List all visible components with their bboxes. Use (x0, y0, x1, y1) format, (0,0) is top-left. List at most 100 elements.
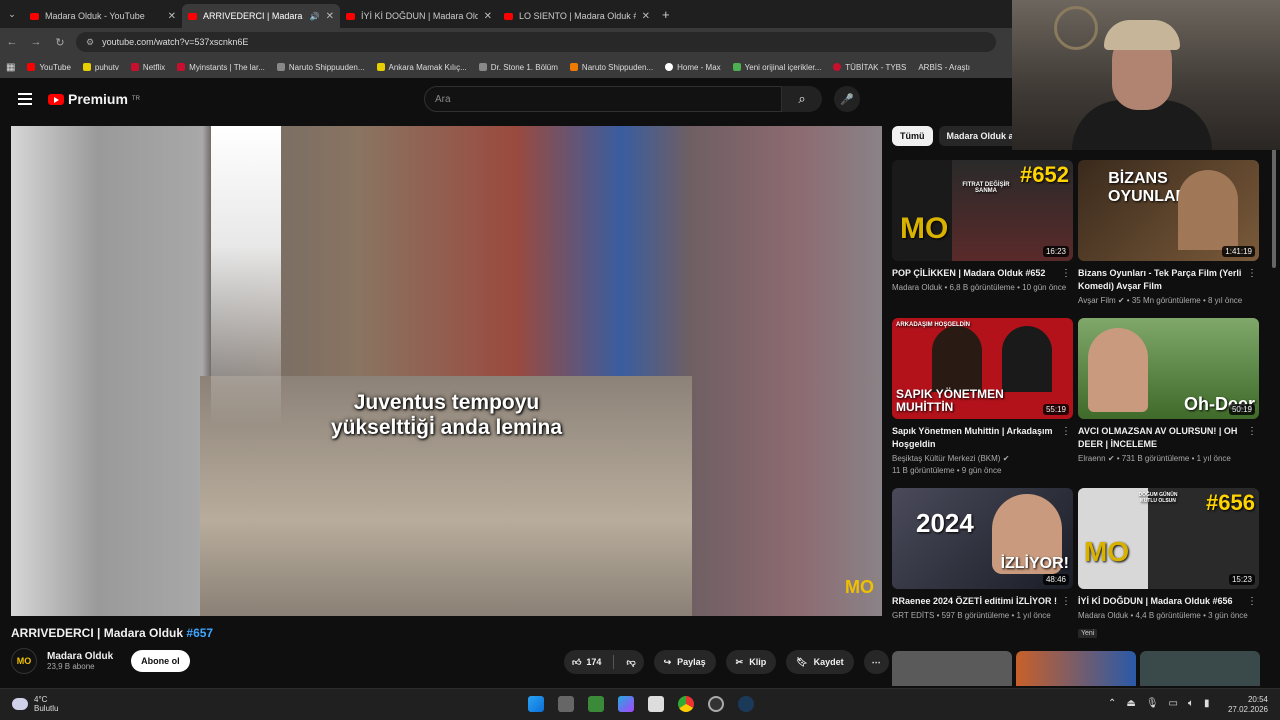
reload-icon[interactable]: ↻ (48, 36, 72, 49)
browser-tab-active[interactable]: ARRIVEDERCI | Madara Olduk #657🔊✕ (182, 4, 340, 28)
rec-title[interactable]: AVCI OLMAZSAN AV OLURSUN! | OH DEER | İN… (1078, 425, 1259, 451)
bookmark-item[interactable]: Ankara Mamak Kılıç... (376, 63, 467, 72)
url-field[interactable]: ⚙ youtube.com/watch?v=537xscnkn6E (76, 32, 996, 52)
rec-thumbnail[interactable]: 2024 İZLİYOR! 48:46 (892, 488, 1073, 589)
search-input[interactable]: Ara (424, 86, 782, 112)
bookmark-item[interactable]: Naruto Shippuden... (569, 63, 653, 72)
bookmark-item[interactable]: TÜBİTAK - TYBS (833, 63, 906, 72)
kebab-menu-icon[interactable]: ⋮ (1247, 268, 1257, 279)
rec-channel[interactable]: GRT EDİTS (892, 611, 934, 620)
bookmark-item[interactable]: Dr. Stone 1. Bölüm (478, 63, 558, 72)
search-button[interactable]: ⌕ (782, 86, 822, 112)
usb-icon[interactable]: ⏏ (1126, 698, 1135, 709)
kebab-menu-icon[interactable]: ⋮ (1061, 596, 1071, 607)
kebab-menu-icon[interactable]: ⋮ (1247, 596, 1257, 607)
rec-thumbnail[interactable]: MO FITRAT DEĞİŞİR SANMA #652 16:23 (892, 160, 1073, 261)
hamburger-menu-icon[interactable] (18, 93, 32, 105)
rec-thumbnail[interactable]: ARKADAŞIM HOŞGELDİN SAPIK YÖNETMEN MUHİT… (892, 318, 1073, 419)
close-tab-icon[interactable]: ✕ (484, 11, 492, 22)
rec-thumbnail[interactable]: BİZANS OYUNLARI 1:41:19 (1078, 160, 1259, 261)
rec-channel[interactable]: Elraenn (1078, 454, 1106, 463)
rec-title[interactable]: Bizans Oyunları - Tek Parça Film (Yerli … (1078, 267, 1259, 293)
rec-channel[interactable]: Madara Olduk (892, 283, 942, 292)
chevron-up-icon[interactable]: ⌃ (1108, 698, 1116, 709)
hashtag-link[interactable]: #657 (186, 626, 213, 640)
weather-widget[interactable]: 4°C Bulutlu (12, 695, 58, 713)
windows-start-icon[interactable] (528, 696, 544, 712)
kebab-menu-icon[interactable]: ⋮ (1061, 426, 1071, 437)
apps-grid-icon[interactable]: ▦ (6, 62, 15, 73)
taskbar-apps (528, 696, 754, 712)
video-player[interactable]: Juventus tempoyu yükseltti̇ği̇ anda lemi… (11, 126, 882, 616)
more-actions-button[interactable]: ⋯ (863, 650, 889, 674)
rec-card[interactable]: Oh-Deer 50:19 AVCI OLMAZSAN AV OLURSUN! … (1078, 318, 1259, 465)
close-tab-icon[interactable]: ✕ (326, 11, 334, 22)
bookmark-item[interactable]: Yeni orijinal içerikler... (732, 63, 821, 72)
system-tray: ⌃ ⏏ 🎙︎ ▭ 🔈︎ ▮ (1108, 698, 1210, 709)
rec-card[interactable]: ARKADAŞIM HOŞGELDİN SAPIK YÖNETMEN MUHİT… (892, 318, 1073, 477)
forward-icon[interactable]: → (24, 36, 48, 48)
clock[interactable]: 20:54 27.02.2026 (1228, 695, 1268, 715)
obs-icon[interactable] (708, 696, 724, 712)
rec-thumbnail-partial[interactable] (892, 651, 1012, 686)
app-icon[interactable] (588, 696, 604, 712)
copilot-icon[interactable] (618, 696, 634, 712)
file-explorer-icon[interactable] (558, 696, 574, 712)
rec-title[interactable]: POP ÇİLİKKEN | Madara Olduk #652 (892, 267, 1073, 280)
volume-icon[interactable]: 🔈︎ (1188, 698, 1194, 709)
tab-search-chevron-icon[interactable]: ⌄ (0, 9, 24, 20)
rec-thumbnail[interactable]: MO DOĞUM GÜNÜN KUTLU OLSUN #656 15:23 (1078, 488, 1259, 589)
microphone-icon[interactable]: 🎙︎ (1146, 698, 1159, 709)
rec-card[interactable]: MO DOĞUM GÜNÜN KUTLU OLSUN #656 15:23 İY… (1078, 488, 1259, 640)
scrollbar-thumb[interactable] (1272, 148, 1276, 268)
voice-search-button[interactable]: 🎤 (834, 86, 860, 112)
like-button[interactable]: 👍︎ 174 (572, 657, 601, 668)
dislike-button[interactable]: 👎︎ (626, 657, 635, 668)
rec-title[interactable]: Sapık Yönetmen Muhittin | Arkadaşım Hoşg… (892, 425, 1073, 451)
chip-all[interactable]: Tümü (892, 126, 933, 146)
rec-channel[interactable]: Beşiktaş Kültür Merkezi (BKM) (892, 454, 1000, 463)
rec-channel[interactable]: Avşar Film (1078, 296, 1116, 305)
rec-thumbnail[interactable]: Oh-Deer 50:19 (1078, 318, 1259, 419)
new-tab-icon[interactable]: + (662, 7, 670, 22)
network-icon[interactable]: ▭ (1169, 698, 1178, 709)
site-info-icon[interactable]: ⚙ (86, 37, 94, 48)
bookmark-item[interactable]: Naruto Shippuuden... (276, 63, 365, 72)
subscribe-button[interactable]: Abone ol (131, 650, 190, 672)
share-button[interactable]: ↪ Paylaş (653, 650, 716, 674)
rec-thumbnail-partial[interactable] (1140, 651, 1260, 686)
browser-tab[interactable]: Madara Olduk - YouTube ✕ (24, 4, 182, 28)
back-icon[interactable]: ← (0, 36, 24, 48)
kebab-menu-icon[interactable]: ⋮ (1061, 268, 1071, 279)
rec-card[interactable]: MO FITRAT DEĞİŞİR SANMA #652 16:23 POP Ç… (892, 160, 1073, 294)
rec-title[interactable]: İYİ Kİ DOĞDUN | Madara Olduk #656 (1078, 595, 1259, 608)
close-tab-icon[interactable]: ✕ (168, 11, 176, 22)
speaker-icon[interactable]: 🔊 (310, 12, 320, 21)
kebab-menu-icon[interactable]: ⋮ (1247, 426, 1257, 437)
bookmark-item[interactable]: Netflix (130, 63, 165, 72)
store-icon[interactable] (648, 696, 664, 712)
channel-avatar[interactable]: MO (11, 648, 37, 674)
browser-tab[interactable]: LO SIENTO | Madara Olduk #655✕ (498, 4, 656, 28)
rec-card[interactable]: 2024 İZLİYOR! 48:46 RRaenee 2024 ÖZETİ e… (892, 488, 1073, 622)
bookmark-item[interactable]: YouTube (27, 63, 71, 72)
chrome-icon[interactable] (678, 696, 694, 712)
bookmark-item[interactable]: Myinstants | The lar... (177, 63, 265, 72)
rec-thumbnail-partial[interactable] (1016, 651, 1136, 686)
rec-card[interactable]: BİZANS OYUNLARI 1:41:19 Bizans Oyunları … (1078, 160, 1259, 307)
bookmark-item[interactable]: ARBİS - Araştı (918, 63, 970, 72)
clip-button[interactable]: ✂ Klip (725, 650, 777, 674)
recommendations-panel: Tümü Madara Olduk a MO FITRAT DEĞİŞİR SA… (892, 126, 1272, 686)
bookmark-item[interactable]: Home - Max (665, 63, 721, 72)
chip-channel[interactable]: Madara Olduk a (938, 126, 1022, 146)
channel-name[interactable]: Madara Olduk (47, 651, 113, 662)
rec-channel[interactable]: Madara Olduk (1078, 611, 1128, 620)
bookmark-item[interactable]: puhutv (82, 63, 119, 72)
battery-icon[interactable]: ▮ (1204, 698, 1210, 709)
save-button[interactable]: 🔖︎ Kaydet (786, 650, 854, 674)
rec-title[interactable]: RRaenee 2024 ÖZETİ editimi İZLİYOR ! (892, 595, 1073, 608)
close-tab-icon[interactable]: ✕ (642, 11, 650, 22)
youtube-logo[interactable]: Premium TR (48, 91, 140, 107)
steam-icon[interactable] (738, 696, 754, 712)
browser-tab[interactable]: İYİ Kİ DOĞDUN | Madara Olduk #656✕ (340, 4, 498, 28)
